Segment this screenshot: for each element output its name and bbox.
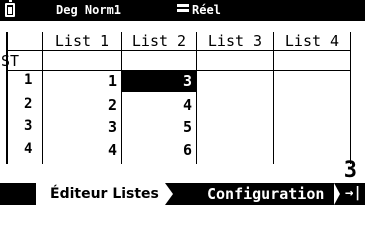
sub-label: ST xyxy=(1,52,20,70)
grid-line xyxy=(196,32,197,164)
tab-separator xyxy=(334,183,340,205)
angle-mode-text: Deg Norm1 xyxy=(56,3,122,17)
complex-mode-text: Réel xyxy=(192,3,221,17)
column-header-list3[interactable]: List 3 xyxy=(197,32,273,50)
status-bar: Deg Norm1 Réel xyxy=(0,0,365,21)
table-cell[interactable]: 4 xyxy=(43,141,121,159)
fraction-icon xyxy=(177,4,189,17)
current-value: 3 xyxy=(343,158,357,183)
battery-icon xyxy=(5,0,15,17)
row-number: 2 xyxy=(24,96,33,112)
table-cell[interactable]: 3 xyxy=(43,118,121,136)
table-cell[interactable]: 5 xyxy=(122,118,196,136)
table-cell[interactable]: 6 xyxy=(122,141,196,159)
column-header-list4[interactable]: List 4 xyxy=(274,32,350,50)
table-cell[interactable]: 2 xyxy=(43,96,121,114)
tab-configuration[interactable]: Configuration xyxy=(207,183,324,205)
table-cell[interactable]: 4 xyxy=(122,96,196,114)
column-header-list2[interactable]: List 2 xyxy=(122,32,196,50)
grid-line xyxy=(273,32,274,164)
row-number: 4 xyxy=(24,141,33,157)
table-cell[interactable]: 1 xyxy=(43,72,121,90)
row-number: 1 xyxy=(24,72,33,88)
grid-line xyxy=(350,32,351,164)
column-header-list1[interactable]: List 1 xyxy=(43,32,121,50)
grid-line xyxy=(6,50,351,51)
tab-list-editor[interactable]: Éditeur Listes xyxy=(36,183,173,205)
selected-cell[interactable]: 3 xyxy=(122,71,196,92)
next-page-icon[interactable]: →| xyxy=(345,185,362,201)
row-number: 3 xyxy=(24,118,33,134)
calculator-screen: Deg Norm1 Réel List 1 List 2 List 3 List… xyxy=(0,0,365,209)
